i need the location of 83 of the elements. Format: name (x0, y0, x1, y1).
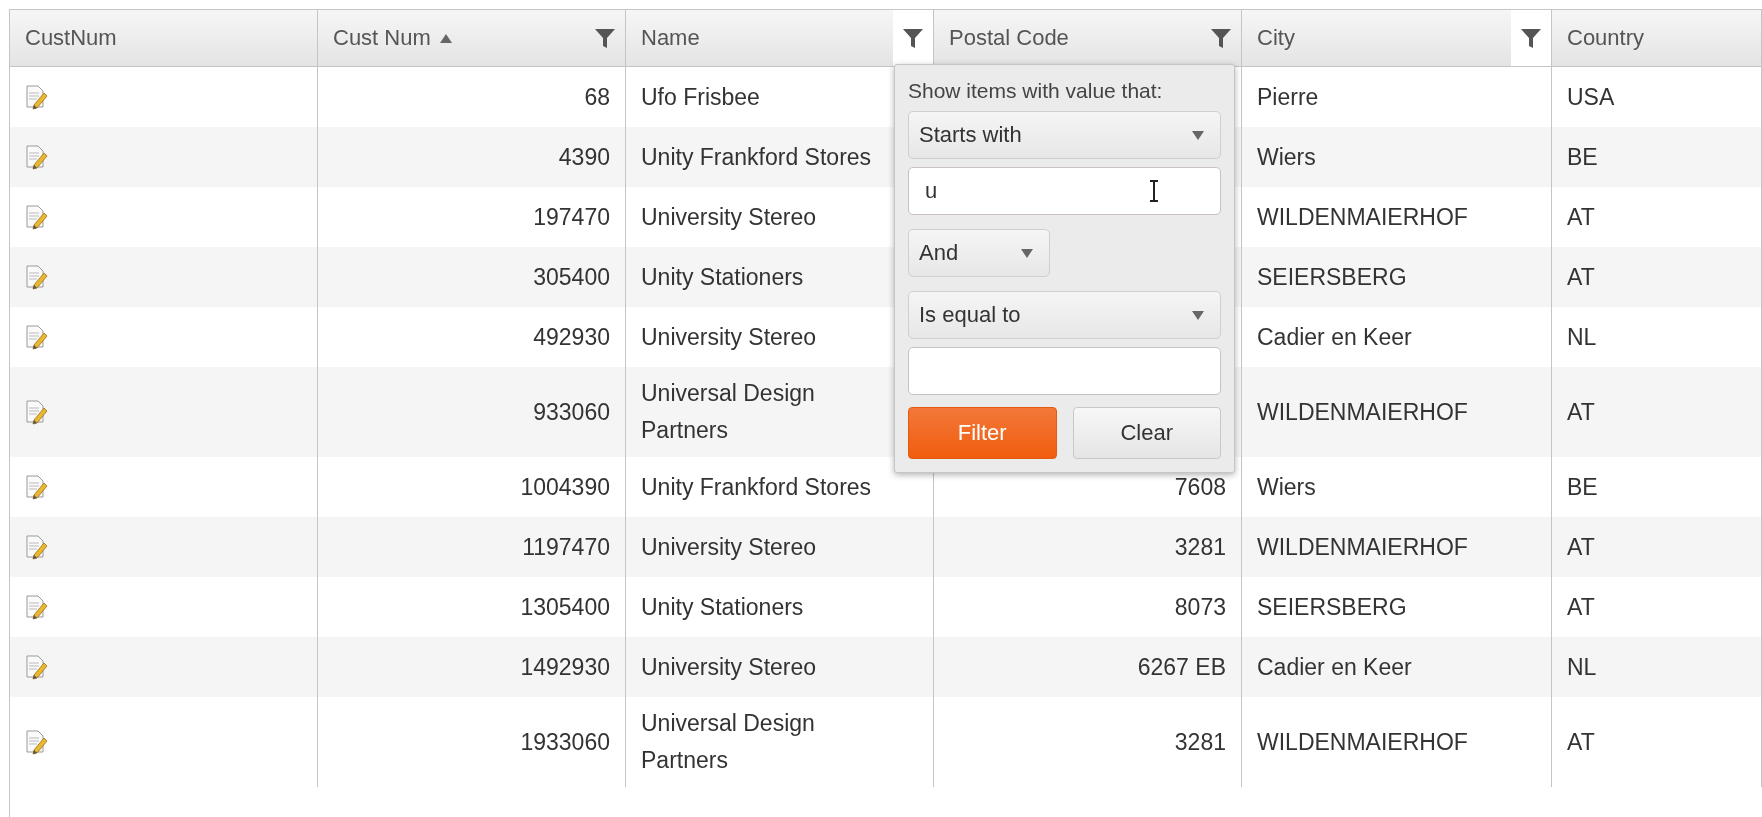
filter-icon[interactable] (903, 28, 923, 48)
table-cell-text: Unity Stationers (641, 262, 804, 292)
table-cell-text: 8073 (1174, 592, 1226, 622)
filter-button[interactable] (1511, 10, 1551, 66)
column-header[interactable]: Postal Code (949, 25, 1069, 51)
edit-icon[interactable] (26, 474, 48, 500)
table-cell-text: Ufo Frisbee (641, 82, 760, 112)
table-cell-text: 6267 EB (1137, 652, 1226, 682)
filter-icon[interactable] (1211, 28, 1231, 48)
edit-icon[interactable] (26, 729, 48, 755)
table-cell-text: AT (1567, 727, 1595, 757)
table-cell-text: Universal Design Partners (641, 379, 816, 445)
table-cell-text: 3281 (1174, 532, 1226, 562)
dropdown[interactable]: And (908, 229, 1050, 277)
table-cell-text: University Stereo (641, 202, 817, 232)
table-cell-text: AT (1567, 592, 1595, 622)
table-cell-text: 7608 (1174, 472, 1226, 502)
filter-button[interactable] (893, 10, 933, 66)
edit-icon[interactable] (26, 204, 48, 230)
table-cell-text: 3281 (1174, 727, 1226, 757)
table-cell-text: University Stereo (641, 652, 817, 682)
caret-icon (1192, 130, 1204, 140)
table-cell-text: WILDENMAIERHOF (1257, 202, 1468, 232)
table-cell-text: 492930 (533, 322, 610, 352)
table-cell-text: USA (1567, 82, 1615, 112)
text-field[interactable]: u (908, 167, 1221, 215)
table-cell-text: 933060 (533, 397, 610, 427)
edit-icon[interactable] (26, 84, 48, 110)
table-cell-text: 1197470 (522, 532, 610, 562)
column-header[interactable]: Country (1567, 25, 1645, 51)
table-cell-text: SEIERSBERG (1257, 262, 1407, 292)
table-cell-text: BE (1567, 472, 1598, 502)
table-cell-text: Unity Frankford Stores (641, 142, 872, 172)
table-cell-text: Universal Design Partners (641, 709, 816, 775)
table-cell-text: NL (1567, 652, 1597, 682)
table-cell-text: Pierre (1257, 82, 1319, 112)
table-cell-text: 4390 (558, 142, 610, 172)
filter-icon[interactable] (1521, 28, 1541, 48)
edit-icon[interactable] (26, 324, 48, 350)
table-cell-text: Unity Stationers (641, 592, 804, 622)
table-cell-text: 1305400 (520, 592, 610, 622)
table-cell-text: AT (1567, 397, 1595, 427)
dropdown[interactable]: Is equal to (908, 291, 1221, 339)
table-cell-text: Cadier en Keer (1257, 322, 1412, 352)
table-cell-text: Wiers (1257, 142, 1316, 172)
filter-icon[interactable] (595, 28, 615, 48)
caret-icon (1021, 248, 1033, 258)
table-cell-text: University Stereo (641, 532, 817, 562)
table-cell-text: Cadier en Keer (1257, 652, 1412, 682)
table-cell-text: 1492930 (520, 652, 610, 682)
table-cell-text: 197470 (533, 202, 610, 232)
table-cell-text: Wiers (1257, 472, 1316, 502)
table-cell-text: WILDENMAIERHOF (1257, 727, 1468, 757)
table-cell-text: 1933060 (520, 727, 610, 757)
text-cursor-icon (1148, 180, 1160, 202)
edit-icon[interactable] (26, 654, 48, 680)
edit-icon[interactable] (26, 144, 48, 170)
table-cell-text: 68 (584, 82, 610, 112)
edit-icon[interactable] (26, 399, 48, 425)
dropdown[interactable]: Starts with (908, 111, 1221, 159)
table-cell-text: AT (1567, 202, 1595, 232)
table-cell-text: NL (1567, 322, 1597, 352)
edit-icon[interactable] (26, 594, 48, 620)
column-header[interactable]: CustNum (25, 25, 117, 51)
caret-icon (1192, 310, 1204, 320)
table-cell-text: AT (1567, 262, 1595, 292)
table-cell-text: SEIERSBERG (1257, 592, 1407, 622)
table-cell-text: WILDENMAIERHOF (1257, 532, 1468, 562)
table-cell-text: AT (1567, 532, 1595, 562)
table-cell-text: 1004390 (520, 472, 610, 502)
table-cell-text: 305400 (533, 262, 610, 292)
table-cell-text: WILDENMAIERHOF (1257, 397, 1468, 427)
edit-icon[interactable] (26, 534, 48, 560)
column-header[interactable]: Name (641, 25, 700, 51)
text-field[interactable] (908, 347, 1221, 395)
table-cell-text: Unity Frankford Stores (641, 472, 872, 502)
table-cell-text: University Stereo (641, 322, 817, 352)
column-header[interactable]: City (1257, 25, 1295, 51)
filter-prompt: Show items with value that: (908, 79, 1164, 103)
column-header[interactable]: Cust Num (333, 25, 431, 51)
edit-icon[interactable] (26, 264, 48, 290)
table-cell-text: BE (1567, 142, 1598, 172)
clear-button[interactable]: Clear (1072, 407, 1221, 459)
